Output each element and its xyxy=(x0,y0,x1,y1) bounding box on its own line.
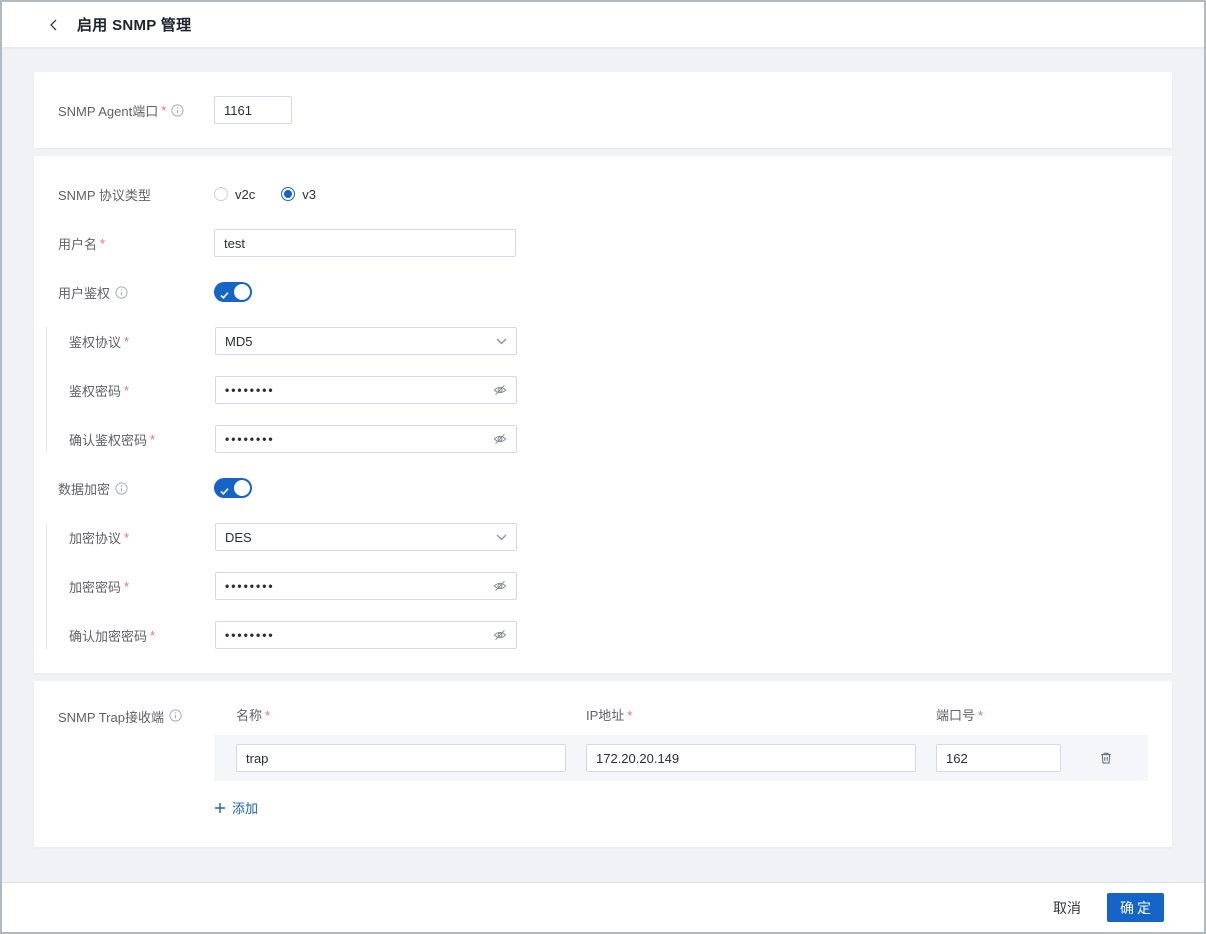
auth-protocol-select[interactable]: MD5 xyxy=(215,327,517,355)
required-mark: * xyxy=(265,708,271,723)
info-icon[interactable] xyxy=(115,481,128,495)
required-mark: * xyxy=(124,382,130,398)
required-mark: * xyxy=(150,431,156,447)
page-header: 启用 SNMP 管理 xyxy=(2,2,1204,47)
auth-password-label: 鉴权密码 * xyxy=(69,382,130,399)
agent-port-label: SNMP Agent端口 * xyxy=(58,101,214,120)
required-mark: * xyxy=(124,529,130,545)
protocol-type-row: SNMP 协议类型 v2c v3 xyxy=(46,180,1148,208)
privacy-protocol-label: 加密协议 * xyxy=(69,529,130,546)
trash-icon xyxy=(1101,752,1111,764)
agent-port-input[interactable] xyxy=(214,96,292,124)
privacy-protocol-select[interactable]: DES xyxy=(215,523,517,551)
trap-col-name: 名称 * xyxy=(236,708,271,723)
trap-col-ip: IP地址 * xyxy=(586,708,633,723)
required-mark: * xyxy=(100,235,106,251)
info-icon[interactable] xyxy=(169,707,182,722)
radio-circle-unchecked xyxy=(214,187,228,201)
trap-body: 名称 * IP地址 * 端口号 * trap 172.20.20.149 162… xyxy=(214,705,1148,819)
cancel-button[interactable]: 取消 xyxy=(1053,898,1081,918)
auth-confirm-row: 确认鉴权密码 * •••••••• xyxy=(69,425,1148,453)
back-button[interactable] xyxy=(43,14,65,36)
auth-confirm-label: 确认鉴权密码 * xyxy=(69,431,156,448)
info-icon[interactable] xyxy=(171,103,184,117)
auth-subgroup: 鉴权协议 * MD5 鉴权密码 * •••••••• 确认鉴权密码 * ••••… xyxy=(46,327,1148,453)
auth-password-input[interactable]: •••••••• xyxy=(215,376,517,404)
auth-protocol-label: 鉴权协议 * xyxy=(69,333,130,350)
radio-circle-checked xyxy=(281,187,296,201)
check-icon xyxy=(220,287,229,305)
trap-name-input[interactable] xyxy=(236,744,566,772)
trap-section: SNMP Trap接收端 名称 * IP地址 * 端口号 * trap 172.… xyxy=(34,681,1172,847)
auth-toggle-row: 用户鉴权 xyxy=(46,278,1148,306)
privacy-password-row: 加密密码 * •••••••• xyxy=(69,572,1148,600)
auth-protocol-row: 鉴权协议 * MD5 xyxy=(69,327,1148,355)
toggle-knob xyxy=(234,284,250,300)
required-mark: * xyxy=(978,708,984,723)
page-title: 启用 SNMP 管理 xyxy=(77,17,192,34)
trap-label: SNMP Trap接收端 xyxy=(58,705,214,819)
trap-ip-input[interactable] xyxy=(586,744,916,772)
auth-confirm-input[interactable]: •••••••• xyxy=(215,425,517,453)
privacy-confirm-label: 确认加密密码 * xyxy=(69,627,156,644)
check-icon xyxy=(220,483,229,501)
add-receiver-button[interactable]: 添加 xyxy=(214,798,258,817)
auth-toggle[interactable] xyxy=(214,282,252,302)
confirm-button[interactable]: 确定 xyxy=(1107,893,1164,922)
privacy-password-input[interactable]: •••••••• xyxy=(215,572,517,600)
privacy-label: 数据加密 xyxy=(58,479,214,498)
radio-v2c[interactable]: v2c xyxy=(214,187,255,202)
footer-bar: 取消 确定 xyxy=(2,882,1204,932)
protocol-radio-group: v2c v3 xyxy=(214,187,342,202)
eye-off-icon xyxy=(493,434,507,444)
trap-col-port: 端口号 * xyxy=(936,708,984,723)
required-mark: * xyxy=(161,102,167,118)
protocol-section: SNMP 协议类型 v2c v3 用户名 * test 用户鉴权 鉴权协议 * … xyxy=(34,156,1172,673)
username-input[interactable] xyxy=(214,229,516,257)
auth-password-row: 鉴权密码 * •••••••• xyxy=(69,376,1148,404)
required-mark: * xyxy=(124,333,130,349)
privacy-password-label: 加密密码 * xyxy=(69,578,130,595)
trap-port-input[interactable] xyxy=(936,744,1061,772)
eye-off-icon xyxy=(493,630,507,640)
protocol-type-label: SNMP 协议类型 xyxy=(58,187,151,203)
chevron-left-icon xyxy=(50,19,57,30)
trap-column-headers: 名称 * IP地址 * 端口号 * xyxy=(214,705,1148,724)
toggle-knob xyxy=(234,480,250,496)
username-row: 用户名 * xyxy=(46,229,1148,257)
privacy-toggle-row: 数据加密 xyxy=(46,474,1148,502)
required-mark: * xyxy=(150,627,156,643)
trap-receiver-row xyxy=(214,735,1148,781)
eye-off-icon xyxy=(493,385,507,395)
chevron-down-icon xyxy=(496,338,507,344)
agent-port-section: SNMP Agent端口 * xyxy=(34,72,1172,148)
plus-icon xyxy=(215,802,225,813)
privacy-confirm-row: 确认加密密码 * •••••••• xyxy=(69,621,1148,649)
username-label: 用户名 * xyxy=(58,235,106,252)
auth-label: 用户鉴权 xyxy=(58,283,214,302)
privacy-subgroup: 加密协议 * DES 加密密码 * •••••••• 确认加密密码 * ••••… xyxy=(46,523,1148,649)
privacy-toggle[interactable] xyxy=(214,478,252,498)
eye-off-icon xyxy=(493,581,507,591)
info-icon[interactable] xyxy=(115,285,128,299)
privacy-protocol-row: 加密协议 * DES xyxy=(69,523,1148,551)
chevron-down-icon xyxy=(496,534,507,540)
delete-row-button[interactable] xyxy=(1094,746,1118,770)
form-content: SNMP Agent端口 * SNMP 协议类型 xyxy=(2,47,1204,847)
privacy-confirm-input[interactable]: •••••••• xyxy=(215,621,517,649)
required-mark: * xyxy=(627,708,633,723)
radio-v3[interactable]: v3 xyxy=(281,187,316,202)
required-mark: * xyxy=(124,578,130,594)
snmp-settings-page: 启用 SNMP 管理 SNMP Agent端口 * 1161 SNMP 协议类型… xyxy=(0,0,1206,934)
